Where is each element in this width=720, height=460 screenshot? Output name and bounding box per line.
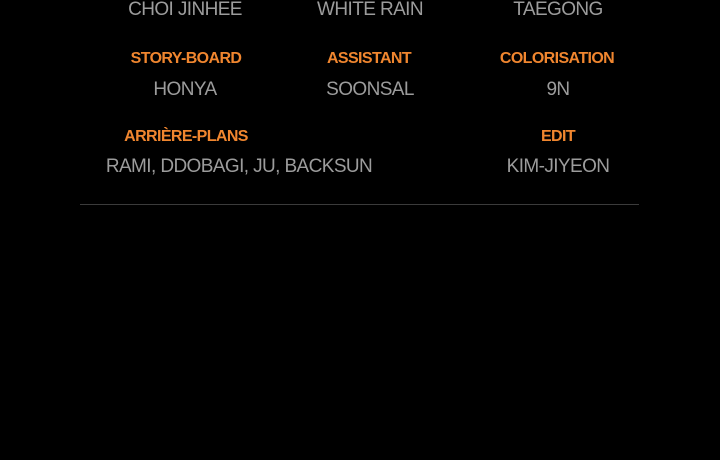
assistant-name: SOONSAL [326, 79, 414, 100]
assistant-role-label: ASSISTANT [326, 50, 412, 67]
backgrounds-role-label: ARRIÈRE-PLANS [124, 128, 248, 145]
edit-name: KIM-JIYEON [506, 156, 610, 177]
credits-panel: CHOI JINHEE WHITE RAIN TAEGONG STORY-BOA… [0, 0, 720, 460]
credit-name-white-rain: WHITE RAIN [317, 0, 423, 20]
credit-name-choi-jinhee: CHOI JINHEE [128, 0, 242, 20]
backgrounds-names: RAMI, DDOBAGI, JU, BACKSUN [105, 156, 373, 177]
storyboard-name: HONYA [153, 79, 217, 100]
colorisation-role-label: COLORISATION [499, 50, 615, 67]
storyboard-role-label: STORY-BOARD [130, 50, 242, 67]
credits-divider [80, 204, 639, 205]
edit-role-label: EDIT [540, 128, 576, 145]
credit-name-taegong: TAEGONG [513, 0, 603, 20]
colorisation-name: 9N [546, 79, 570, 100]
